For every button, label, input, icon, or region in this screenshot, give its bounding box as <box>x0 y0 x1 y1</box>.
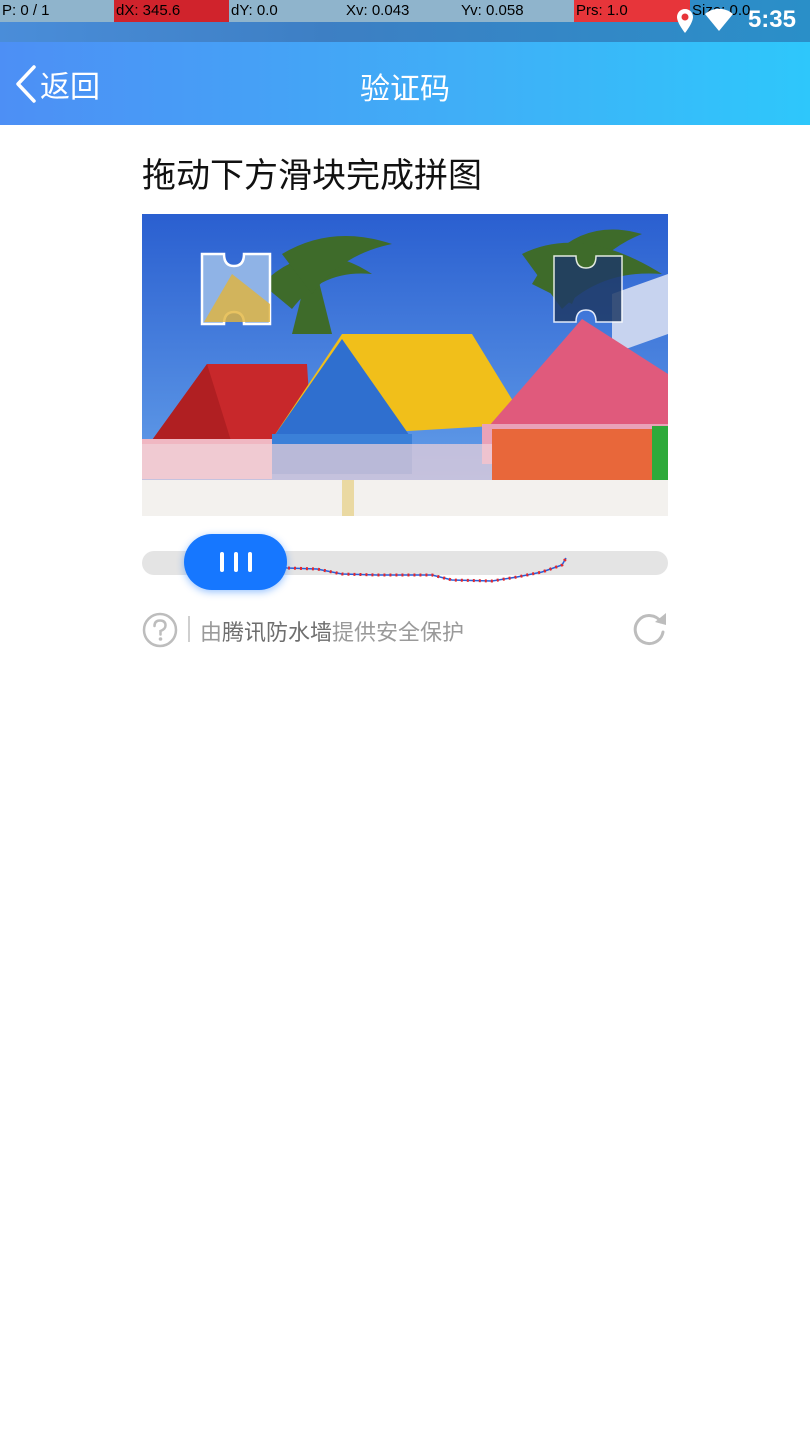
captcha-puzzle-image <box>142 214 668 516</box>
status-time: 5:35 <box>747 6 796 33</box>
page-title: 验证码 <box>360 72 450 107</box>
slider-grip-icon <box>247 552 252 572</box>
refresh-icon[interactable] <box>630 610 668 648</box>
captcha-instruction: 拖动下方滑块完成拼图 <box>142 156 482 196</box>
slider-handle[interactable] <box>184 534 287 590</box>
footer-divider <box>188 616 190 642</box>
captcha-footer: 由腾讯防水墙提供安全保护 <box>142 610 668 650</box>
debug-pointer: P: 0 / 1 <box>0 0 114 22</box>
slider-grip-icon <box>219 552 224 572</box>
help-icon[interactable] <box>142 612 178 648</box>
provider-prefix: 由 <box>200 621 223 646</box>
location-icon <box>677 9 693 33</box>
slider-grip-icon <box>233 552 238 572</box>
app-header: 返回 验证码 <box>0 42 810 125</box>
wifi-icon <box>705 8 733 31</box>
debug-dx: dX: 345.6 <box>114 0 229 22</box>
debug-xv: Xv: 0.043 <box>344 0 459 22</box>
security-provider-text: 由腾讯防水墙提供安全保护 <box>200 615 464 647</box>
debug-dy: dY: 0.0 <box>229 0 344 22</box>
provider-suffix: 提供安全保护 <box>332 621 465 646</box>
status-bar: P: 0 / 1 dX: 345.6 dY: 0.0 Xv: 0.043 Yv:… <box>0 0 810 42</box>
debug-prs: Prs: 1.0 <box>574 0 690 22</box>
provider-brand: 腾讯防水墙 <box>222 621 333 646</box>
debug-yv: Yv: 0.058 <box>459 0 574 22</box>
